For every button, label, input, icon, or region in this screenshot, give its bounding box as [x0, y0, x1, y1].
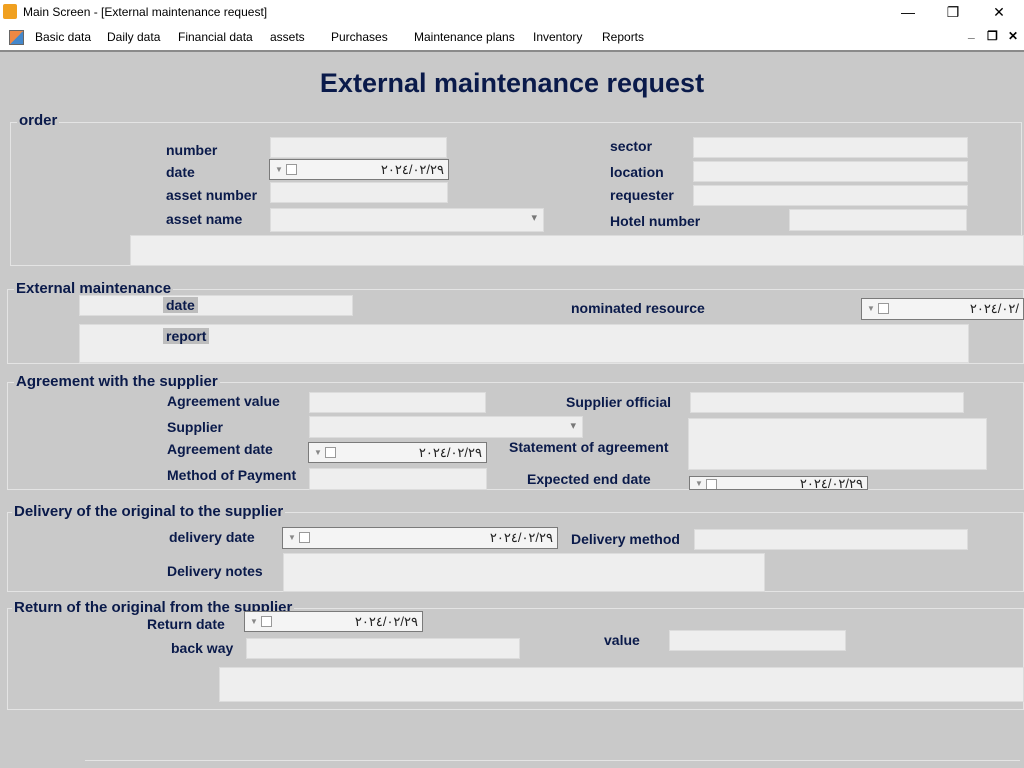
dropdown-icon: ▼ — [867, 304, 875, 313]
number-input[interactable] — [270, 137, 447, 158]
nominated-resource-label: nominated resource — [571, 300, 705, 316]
agreement-date-label: Agreement date — [167, 441, 273, 457]
menu-purchases[interactable]: Purchases — [331, 30, 388, 44]
order-notes-input[interactable] — [130, 235, 1024, 266]
report-input[interactable] — [79, 324, 969, 363]
window-title: Main Screen - [External maintenance requ… — [23, 5, 268, 19]
sector-label: sector — [610, 138, 653, 154]
value-input[interactable] — [669, 630, 846, 651]
supplier-label: Supplier — [167, 419, 224, 435]
order-date-value: ٢٠٢٤/٠٢/٢٩ — [380, 162, 444, 177]
external-date-input[interactable] — [79, 295, 353, 316]
menu-maintenance-plans[interactable]: Maintenance plans — [414, 30, 515, 44]
delivery-date-label: delivery date — [169, 529, 255, 545]
expected-end-date-picker[interactable]: ▼ ٢٠٢٤/٠٢/٢٩ — [689, 476, 868, 490]
report-label: report — [163, 328, 210, 344]
number-label: number — [166, 142, 218, 158]
minimize-button[interactable]: — — [893, 2, 923, 22]
checkbox-icon[interactable] — [325, 447, 336, 458]
agreement-value-label: Agreement value — [167, 393, 280, 409]
menu-assets[interactable]: assets — [270, 30, 305, 44]
expected-end-date-value: ٢٠٢٤/٠٢/٢٩ — [799, 476, 863, 490]
method-of-payment-input[interactable] — [309, 468, 487, 490]
mdi-minimize-button[interactable]: _ — [968, 26, 975, 40]
menu-basic-data[interactable]: Basic data — [35, 30, 91, 44]
agreement-title: Agreement with the supplier — [14, 373, 220, 390]
hotel-number-label: Hotel number — [610, 213, 701, 229]
external-date-label: date — [163, 297, 198, 313]
delivery-date-picker[interactable]: ▼ ٢٠٢٤/٠٢/٢٩ — [282, 527, 558, 549]
chevron-down-icon[interactable]: ▾ — [531, 211, 537, 224]
order-date-picker[interactable]: ▼ ٢٠٢٤/٠٢/٢٩ — [269, 159, 449, 180]
menu-financial-data[interactable]: Financial data — [178, 30, 253, 44]
dropdown-icon: ▼ — [695, 479, 703, 488]
location-input[interactable] — [693, 161, 968, 182]
maximize-button[interactable]: ❐ — [938, 2, 968, 22]
nominated-resource-date-value: ٢٠٢٤/٠٢/ — [969, 301, 1019, 316]
checkbox-icon[interactable] — [878, 303, 889, 314]
requester-input[interactable] — [693, 185, 968, 206]
menu-reports[interactable]: Reports — [602, 30, 644, 44]
delivery-title: Delivery of the original to the supplier — [12, 503, 286, 520]
method-of-payment-label: Method of Payment — [167, 467, 297, 483]
menu-bar: Basic data Daily data Financial data ass… — [0, 24, 1024, 50]
delivery-method-input[interactable] — [694, 529, 968, 550]
back-way-input[interactable] — [246, 638, 520, 659]
checkbox-icon[interactable] — [286, 164, 297, 175]
return-date-value: ٢٠٢٤/٠٢/٢٩ — [354, 614, 418, 629]
mdi-close-button[interactable]: ✕ — [1008, 29, 1018, 43]
expected-end-date-label: Expected end date — [527, 471, 651, 487]
return-date-picker[interactable]: ▼ ٢٠٢٤/٠٢/٢٩ — [244, 611, 423, 632]
location-label: location — [610, 164, 664, 180]
checkbox-icon[interactable] — [261, 616, 272, 627]
statement-of-agreement-label: Statement of agreement — [509, 439, 669, 455]
maintenance-form: External maintenance request order numbe… — [0, 50, 1024, 768]
title-bar: Main Screen - [External maintenance requ… — [0, 0, 1024, 24]
agreement-value-input[interactable] — [309, 392, 486, 413]
mdi-restore-button[interactable]: ❐ — [987, 29, 998, 43]
asset-number-label: asset number — [166, 187, 258, 203]
order-group-title: order — [17, 112, 60, 129]
asset-name-combo[interactable]: ▾ — [270, 208, 544, 232]
chevron-down-icon[interactable]: ▾ — [570, 419, 576, 432]
value-label: value — [604, 632, 640, 648]
agreement-date-value: ٢٠٢٤/٠٢/٢٩ — [418, 445, 482, 460]
supplier-official-input[interactable] — [690, 392, 964, 413]
statement-of-agreement-input[interactable] — [688, 418, 987, 470]
checkbox-icon[interactable] — [299, 532, 310, 543]
return-notes-input[interactable] — [219, 667, 1024, 702]
delivery-date-value: ٢٠٢٤/٠٢/٢٩ — [489, 530, 553, 545]
agreement-date-picker[interactable]: ▼ ٢٠٢٤/٠٢/٢٩ — [308, 442, 487, 463]
menu-daily-data[interactable]: Daily data — [107, 30, 160, 44]
back-way-label: back way — [171, 640, 234, 656]
dropdown-icon: ▼ — [314, 448, 322, 457]
hotel-number-input[interactable] — [789, 209, 967, 231]
date-label: date — [166, 164, 195, 180]
dropdown-icon: ▼ — [275, 165, 283, 174]
app-icon — [3, 4, 17, 19]
form-heading: External maintenance request — [319, 68, 705, 98]
close-button[interactable]: ✕ — [984, 2, 1014, 22]
divider — [85, 760, 1020, 761]
asset-name-label: asset name — [166, 211, 243, 227]
dropdown-icon: ▼ — [250, 617, 258, 626]
delivery-notes-label: Delivery notes — [167, 563, 263, 579]
delivery-notes-input[interactable] — [283, 553, 765, 592]
menu-inventory[interactable]: Inventory — [533, 30, 582, 44]
dropdown-icon: ▼ — [288, 533, 296, 542]
requester-label: requester — [610, 187, 674, 203]
mdi-window-icon[interactable] — [9, 30, 24, 45]
delivery-method-label: Delivery method — [571, 531, 680, 547]
asset-number-input[interactable] — [270, 182, 448, 203]
checkbox-icon[interactable] — [706, 479, 717, 489]
supplier-official-label: Supplier official — [566, 394, 672, 410]
supplier-combo[interactable]: ▾ — [309, 416, 583, 438]
nominated-resource-date-picker[interactable]: ▼ ٢٠٢٤/٠٢/ — [861, 298, 1024, 320]
return-date-label: Return date — [147, 616, 225, 632]
sector-input[interactable] — [693, 137, 968, 158]
